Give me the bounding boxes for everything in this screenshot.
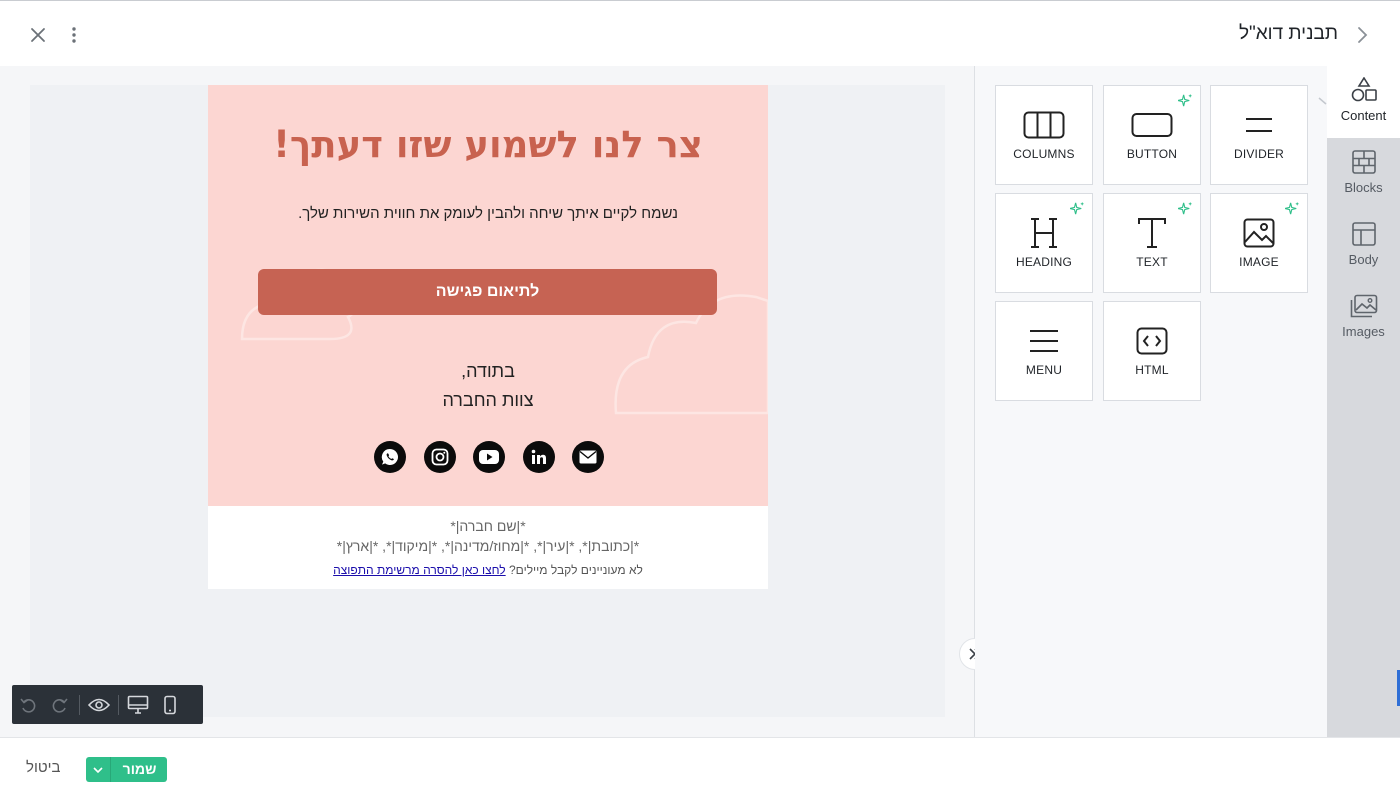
footer-company: *|שם חברה|* (450, 518, 526, 534)
rail-item-content[interactable]: Content (1327, 66, 1400, 138)
whatsapp-icon[interactable] (374, 441, 406, 473)
schedule-meeting-button[interactable]: לתיאום פגישה (258, 269, 717, 315)
signature-line-2: צוות החברה (442, 390, 534, 410)
save-label: שמור (122, 761, 157, 777)
toolbar-divider (79, 694, 80, 715)
tile-label: COLUMNS (1013, 147, 1075, 161)
page-title: תבנית דוא"ל (1238, 23, 1338, 44)
tile-label: IMAGE (1239, 255, 1279, 269)
images-icon (1327, 292, 1400, 320)
top-bar: תבנית דוא"ל (0, 0, 1400, 66)
email-canvas-area: צר לנו לשמוע שזו דעתך! נשמח לקיים איתך ש… (0, 66, 975, 737)
mobile-view-icon[interactable] (154, 685, 186, 724)
email-icon[interactable] (572, 441, 604, 473)
email-hero-section[interactable]: צר לנו לשמוע שזו דעתך! נשמח לקיים איתך ש… (208, 85, 768, 506)
footer-unsubscribe: לא מעוניינים לקבל מיילים? לחצו כאן להסרה… (208, 563, 768, 577)
tile-label: HTML (1135, 363, 1169, 377)
editor-main: צר לנו לשמוע שזו דעתך! נשמח לקיים איתך ש… (0, 66, 1400, 737)
chevron-down-icon[interactable] (86, 757, 111, 782)
text-icon (1104, 216, 1200, 250)
content-panel: COLUMNS BUTTON DIVIDER HEADING TEXT IMAG… (975, 66, 1327, 737)
undo-icon[interactable] (12, 685, 44, 724)
bottom-bar: ביטול שמור (0, 737, 1400, 800)
columns-icon (996, 108, 1092, 142)
redo-icon[interactable] (44, 685, 76, 724)
ai-sparkle-icon (1070, 201, 1085, 215)
tile-label: TEXT (1136, 255, 1168, 269)
shapes-icon (1327, 76, 1400, 104)
rail-item-images[interactable]: Images (1327, 282, 1400, 354)
tile-text[interactable]: TEXT (1103, 193, 1201, 293)
tile-label: MENU (1025, 363, 1063, 377)
rail-item-blocks[interactable]: Blocks (1327, 138, 1400, 210)
linkedin-icon[interactable] (522, 441, 555, 473)
heading-icon (996, 216, 1092, 250)
unsubscribe-prompt: לא מעוניינים לקבל מיילים? (509, 563, 643, 577)
email-headline: צר לנו לשמוע שזו דעתך! (273, 123, 703, 166)
tile-label: BUTTON (1126, 147, 1178, 161)
tile-label: HEADING (1015, 255, 1073, 269)
layout-icon (1327, 220, 1400, 248)
rail-label: Content (1340, 108, 1387, 123)
social-icons (374, 441, 604, 473)
tile-divider[interactable]: DIVIDER (1210, 85, 1308, 185)
more-options-icon[interactable] (64, 25, 84, 45)
ai-sparkle-icon (1178, 201, 1193, 215)
divider-icon (1211, 108, 1307, 142)
tile-columns[interactable]: COLUMNS (995, 85, 1093, 185)
rail-label: Blocks (1344, 180, 1383, 195)
email-preview[interactable]: צר לנו לשמוע שזו דעתך! נשמח לקיים איתך ש… (208, 85, 768, 589)
footer-address: *|כתובת|*, *|עיר|*, *|מחוז/מדינה|*, *|מי… (336, 538, 640, 554)
ai-sparkle-icon (1285, 201, 1300, 215)
rail-label: Body (1348, 252, 1379, 267)
tile-label: DIVIDER (1233, 147, 1285, 161)
rail-label: Images (1342, 324, 1385, 339)
button-icon (1104, 108, 1200, 142)
email-subtext: נשמח לקיים איתך שיחה ולהבין לעומק את חוו… (298, 205, 678, 222)
tile-html[interactable]: HTML (1103, 301, 1201, 401)
toolbar-divider (118, 694, 119, 715)
cancel-button[interactable]: ביטול (26, 759, 61, 776)
chevron-right-icon[interactable] (1352, 25, 1372, 45)
youtube-icon[interactable] (473, 441, 505, 473)
signature-line-1: בתודה, (461, 361, 515, 381)
email-footer[interactable]: *|שם חברה|* *|כתובת|*, *|עיר|*, *|מחוז/מ… (208, 506, 768, 589)
tile-heading[interactable]: HEADING (995, 193, 1093, 293)
rail-item-body[interactable]: Body (1327, 210, 1400, 282)
ai-sparkle-icon (1178, 93, 1193, 107)
canvas-toolbar (12, 685, 203, 724)
menu-icon (996, 324, 1092, 358)
image-icon (1211, 216, 1307, 250)
tile-image[interactable]: IMAGE (1210, 193, 1308, 293)
tile-button[interactable]: BUTTON (1103, 85, 1201, 185)
close-icon[interactable] (28, 25, 48, 45)
unsubscribe-link[interactable]: לחצו כאן להסרה מרשימת התפוצה (333, 563, 506, 577)
save-button[interactable]: שמור (86, 757, 167, 782)
preview-eye-icon[interactable] (83, 685, 115, 724)
tile-menu[interactable]: MENU (995, 301, 1093, 401)
side-rail: Content Blocks Body Images (1327, 66, 1400, 737)
blocks-icon (1327, 148, 1400, 176)
html-icon (1104, 324, 1200, 358)
desktop-view-icon[interactable] (122, 685, 154, 724)
instagram-icon[interactable] (423, 441, 456, 473)
